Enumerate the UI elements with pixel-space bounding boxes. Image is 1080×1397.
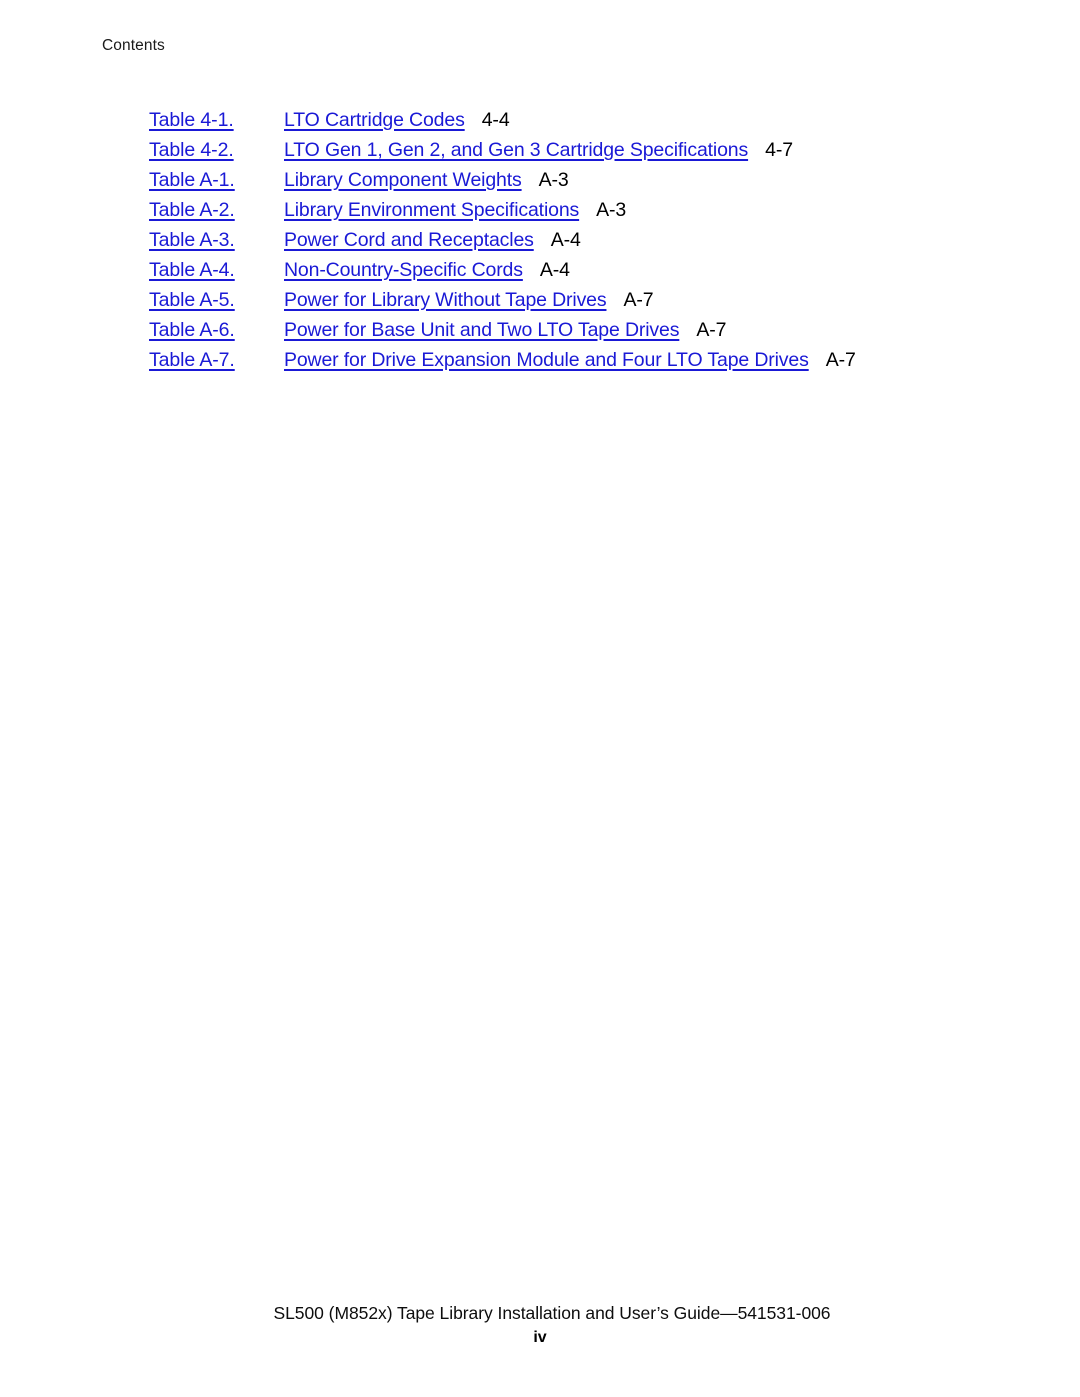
page-footer: SL500 (M852x) Tape Library Installation … bbox=[0, 1302, 1080, 1348]
table-title-link[interactable]: Non-Country-Specific Cords bbox=[284, 258, 523, 282]
list-item: Table A-3. Power Cord and Receptacles A-… bbox=[0, 228, 1080, 258]
table-title-link[interactable]: Power for Drive Expansion Module and Fou… bbox=[284, 348, 809, 372]
footer-document-title: SL500 (M852x) Tape Library Installation … bbox=[273, 1303, 831, 1323]
table-page-number: A-4 bbox=[550, 229, 581, 251]
list-of-tables: Table 4-1. LTO Cartridge Codes 4-4 Table… bbox=[0, 108, 1080, 378]
table-page-number: A-7 bbox=[825, 349, 856, 371]
page-number: iv bbox=[533, 1329, 547, 1346]
table-title-link[interactable]: Power for Library Without Tape Drives bbox=[284, 288, 607, 312]
table-title-link[interactable]: LTO Cartridge Codes bbox=[284, 108, 465, 132]
list-item: Table A-7. Power for Drive Expansion Mod… bbox=[0, 348, 1080, 378]
list-item: Table A-4. Non-Country-Specific Cords A-… bbox=[0, 258, 1080, 288]
list-item: Table A-1. Library Component Weights A-3 bbox=[0, 168, 1080, 198]
table-page-number: 4-4 bbox=[481, 109, 510, 131]
table-page-number: A-3 bbox=[596, 199, 627, 221]
table-title-link[interactable]: LTO Gen 1, Gen 2, and Gen 3 Cartridge Sp… bbox=[284, 138, 748, 162]
list-item: Table A-2. Library Environment Specifica… bbox=[0, 198, 1080, 228]
document-page: Contents Table 4-1. LTO Cartridge Codes … bbox=[0, 0, 1080, 1397]
table-title-link[interactable]: Power Cord and Receptacles bbox=[284, 228, 534, 252]
table-label-link[interactable]: Table A-4. bbox=[149, 258, 284, 282]
list-item: Table 4-2. LTO Gen 1, Gen 2, and Gen 3 C… bbox=[0, 138, 1080, 168]
table-label-link[interactable]: Table A-6. bbox=[149, 318, 284, 342]
table-label-link[interactable]: Table 4-1. bbox=[149, 108, 284, 132]
table-label-link[interactable]: Table A-2. bbox=[149, 198, 284, 222]
running-header: Contents bbox=[102, 37, 165, 54]
table-label-link[interactable]: Table A-1. bbox=[149, 168, 284, 192]
table-label-link[interactable]: Table A-5. bbox=[149, 288, 284, 312]
list-item: Table 4-1. LTO Cartridge Codes 4-4 bbox=[0, 108, 1080, 138]
table-title-link[interactable]: Library Environment Specifications bbox=[284, 198, 579, 222]
table-label-link[interactable]: Table A-7. bbox=[149, 348, 284, 372]
table-page-number: A-7 bbox=[623, 289, 654, 311]
table-page-number: A-3 bbox=[538, 169, 569, 191]
list-item: Table A-5. Power for Library Without Tap… bbox=[0, 288, 1080, 318]
table-page-number: A-4 bbox=[539, 259, 570, 281]
table-title-link[interactable]: Power for Base Unit and Two LTO Tape Dri… bbox=[284, 318, 679, 342]
table-label-link[interactable]: Table 4-2. bbox=[149, 138, 284, 162]
table-page-number: A-7 bbox=[696, 319, 727, 341]
table-page-number: 4-7 bbox=[765, 139, 793, 161]
table-label-link[interactable]: Table A-3. bbox=[149, 228, 284, 252]
table-title-link[interactable]: Library Component Weights bbox=[284, 168, 522, 192]
list-item: Table A-6. Power for Base Unit and Two L… bbox=[0, 318, 1080, 348]
